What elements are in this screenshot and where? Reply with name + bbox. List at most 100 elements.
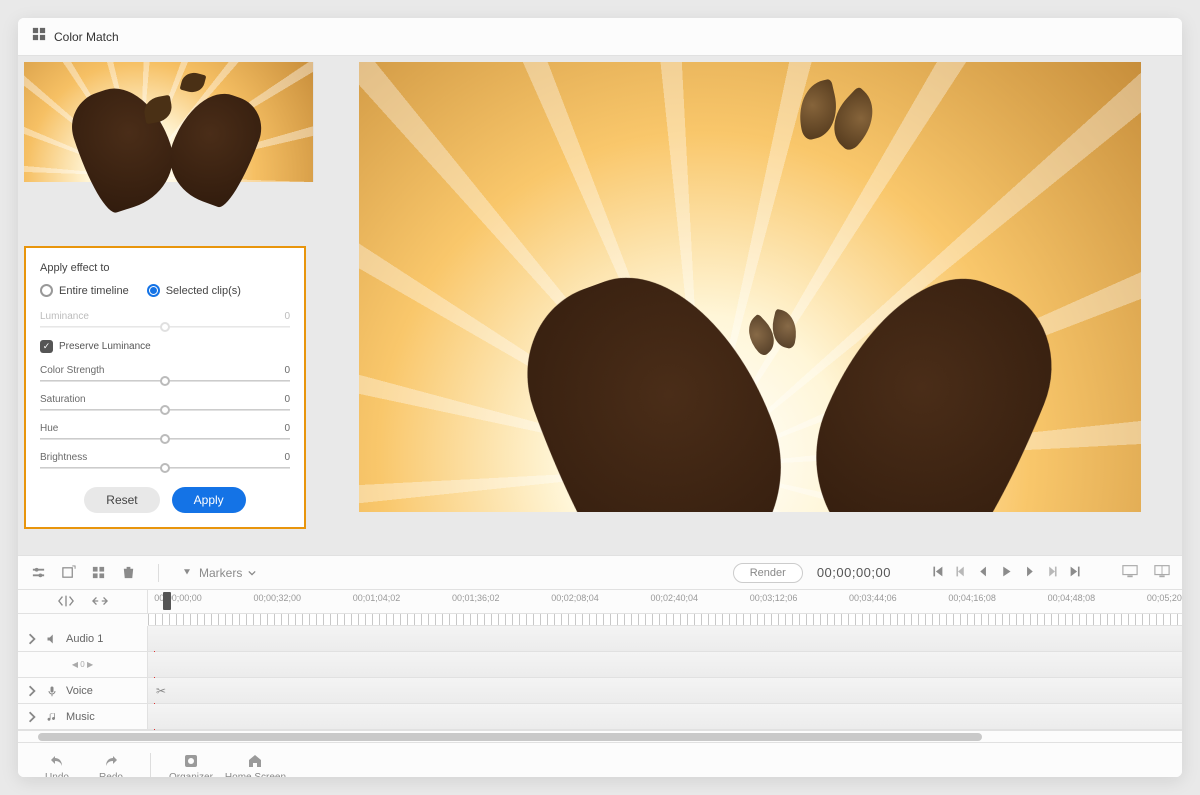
trash-icon[interactable] [120, 565, 136, 581]
ruler-tick: 00;03;44;06 [849, 593, 897, 603]
go-to-start-icon[interactable] [931, 565, 944, 581]
timeline-scrollbar[interactable] [18, 730, 1182, 742]
preserve-luminance-checkbox[interactable]: Preserve Luminance [40, 340, 290, 353]
track-audio1: Audio 1 [18, 626, 1182, 652]
radio-entire-label: Entire timeline [59, 285, 129, 297]
panel-title: Color Match [54, 30, 119, 44]
ruler-tick: 00;01;36;02 [452, 593, 500, 603]
redo-button[interactable]: Redo [90, 753, 132, 778]
checkbox-icon [40, 340, 53, 353]
color-match-icon [32, 27, 54, 46]
color-strength-label: Color Strength [40, 365, 104, 376]
timeline-tools: Markers [30, 564, 256, 582]
audio-subnav[interactable]: ◀ 0 ▶ [72, 660, 93, 669]
apply-button[interactable]: Apply [172, 487, 246, 513]
new-item-icon[interactable] [60, 565, 76, 581]
apply-target-radio-group: Entire timeline Selected clip(s) [40, 284, 290, 297]
track-body-music[interactable] [148, 704, 1182, 729]
slider-color-strength[interactable]: Color Strength 0 [40, 365, 290, 382]
reset-button[interactable]: Reset [84, 487, 159, 513]
frame-back-icon[interactable] [977, 565, 990, 581]
undo-label: Undo [45, 772, 69, 778]
clip-marker[interactable] [163, 592, 171, 610]
slider-luminance: Luminance 0 [40, 311, 290, 328]
zoom-fit-icon[interactable] [58, 594, 74, 610]
saturation-label: Saturation [40, 394, 86, 405]
saturation-value: 0 [284, 394, 290, 405]
step-forward-icon[interactable] [1046, 565, 1059, 581]
music-note-icon [46, 711, 58, 723]
luminance-value: 0 [284, 311, 290, 322]
undo-button[interactable]: Undo [36, 753, 78, 778]
track-body-audio1-sub[interactable] [148, 652, 1182, 677]
monitor-dual-icon[interactable] [1154, 564, 1170, 581]
monitor-single-icon[interactable] [1122, 564, 1138, 581]
track-head-audio1[interactable]: Audio 1 [18, 626, 148, 651]
preview-art [501, 244, 817, 512]
radio-selected-label: Selected clip(s) [166, 285, 241, 297]
track-head-music[interactable]: Music [18, 704, 148, 729]
hue-label: Hue [40, 423, 58, 434]
reference-thumbnail[interactable] [24, 62, 314, 182]
brightness-label: Brightness [40, 452, 87, 463]
slider-hue[interactable]: Hue 0 [40, 423, 290, 440]
preview-art [780, 245, 1078, 512]
microphone-icon [46, 685, 58, 697]
chevron-down-icon [248, 569, 256, 577]
ruler-ticks[interactable]: 00;00;00;0000;00;32;0000;01;04;0200;01;3… [148, 590, 1182, 613]
undo-icon [49, 753, 65, 769]
track-head-voice[interactable]: Voice [18, 678, 148, 703]
preview-area [318, 56, 1182, 555]
frame-forward-icon[interactable] [1023, 565, 1036, 581]
left-column: Apply effect to Entire timeline Selected… [18, 56, 318, 555]
render-button[interactable]: Render [733, 563, 803, 583]
track-body-audio1[interactable] [148, 626, 1182, 651]
fine-ruler[interactable] [148, 614, 1182, 626]
panel-button-row: Reset Apply [40, 487, 290, 513]
apply-effect-label: Apply effect to [40, 262, 290, 274]
redo-icon [103, 753, 119, 769]
organizer-label: Organizer [169, 772, 213, 778]
ruler-tick: 00;03;12;06 [750, 593, 798, 603]
ruler-tick: 00;02;40;04 [651, 593, 699, 603]
redo-label: Redo [99, 772, 123, 778]
color-match-controls: Apply effect to Entire timeline Selected… [24, 246, 306, 529]
track-music-label: Music [66, 711, 95, 723]
ruler-tick: 00;02;08;04 [551, 593, 599, 603]
slider-brightness[interactable]: Brightness 0 [40, 452, 290, 469]
track-body-voice[interactable]: ✂ [148, 678, 1182, 703]
track-audio1-label: Audio 1 [66, 633, 103, 645]
track-audio1-subnav: ◀ 0 ▶ [18, 652, 1182, 678]
step-back-icon[interactable] [954, 565, 967, 581]
chevron-right-icon [26, 633, 38, 645]
ruler-tick: 00;01;04;02 [353, 593, 401, 603]
organizer-icon [183, 753, 199, 769]
play-icon[interactable] [1000, 565, 1013, 581]
track-voice-label: Voice [66, 685, 93, 697]
chevron-right-icon [26, 685, 38, 697]
speaker-icon [46, 633, 58, 645]
timeline-toolbar: Markers Render 00;00;00;00 [18, 556, 1182, 590]
time-ruler-row: 00;00;00;0000;00;32;0000;01;04;0200;01;3… [18, 590, 1182, 614]
home-label: Home Screen [225, 772, 286, 778]
radio-selected-clips[interactable]: Selected clip(s) [147, 284, 241, 297]
radio-entire-timeline[interactable]: Entire timeline [40, 284, 129, 297]
timecode-display[interactable]: 00;00;00;00 [817, 565, 891, 580]
slider-saturation[interactable]: Saturation 0 [40, 394, 290, 411]
home-icon [247, 753, 263, 769]
grid-icon[interactable] [90, 565, 106, 581]
home-button[interactable]: Home Screen [225, 753, 286, 778]
organizer-button[interactable]: Organizer [169, 753, 213, 778]
ruler-tick: 00;04;16;08 [948, 593, 996, 603]
markers-dropdown[interactable]: Markers [181, 566, 256, 580]
zoom-expand-icon[interactable] [92, 594, 108, 610]
preview-monitor[interactable] [359, 62, 1141, 512]
preserve-luminance-label: Preserve Luminance [59, 341, 151, 352]
preview-art [738, 301, 810, 373]
go-to-end-icon[interactable] [1069, 565, 1082, 581]
scissors-icon[interactable]: ✂ [156, 684, 166, 698]
app-header: Color Match [18, 18, 1182, 56]
tools-icon[interactable] [30, 565, 46, 581]
monitor-toggles [1122, 564, 1170, 581]
scrollbar-thumb[interactable] [38, 733, 982, 741]
